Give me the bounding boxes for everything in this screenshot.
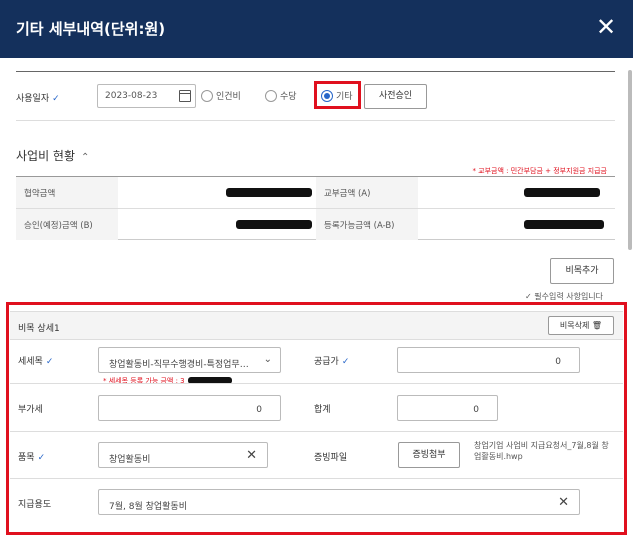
radio-allowance-label: 수당 bbox=[280, 92, 297, 102]
section-title-text: 사업비 현황 bbox=[16, 149, 76, 163]
radio-allowance[interactable]: 수당 bbox=[265, 89, 297, 102]
table-row: 승인(예정)금액 (B) 등록가능금액 (A-B) bbox=[16, 209, 615, 241]
required-check-icon: ✓ bbox=[52, 94, 60, 104]
date-label: 사용일자 ✓ bbox=[16, 91, 60, 104]
redacted-value bbox=[236, 220, 312, 229]
highlight-box bbox=[314, 81, 361, 109]
close-icon[interactable]: ✕ bbox=[591, 12, 621, 42]
modal-title: 기타 세부내역(단위:원) bbox=[16, 20, 166, 38]
divider bbox=[16, 71, 615, 72]
required-note: ✓ 필수입력 사항입니다 bbox=[525, 292, 604, 301]
redacted-value bbox=[524, 220, 604, 229]
redacted-value bbox=[524, 188, 600, 197]
date-value: 2023-08-23 bbox=[105, 91, 158, 101]
divider bbox=[16, 120, 615, 121]
summary-table: 협약금액 교부금액 (A) 승인(예정)금액 (B) 등록가능금액 (A-B) bbox=[16, 176, 615, 240]
scrollbar[interactable] bbox=[628, 70, 632, 250]
add-item-button[interactable]: 비목추가 bbox=[550, 258, 614, 284]
pre-approval-button[interactable]: 사전승인 bbox=[364, 84, 427, 109]
date-input[interactable]: 2023-08-23 bbox=[97, 84, 196, 108]
radio-labor[interactable]: 인건비 bbox=[201, 89, 241, 102]
grant-note: * 교부금액 : 민간부담금 + 정부지원금 지급금 bbox=[472, 167, 607, 175]
chevron-up-icon[interactable]: ⌃ bbox=[81, 152, 89, 163]
calendar-icon[interactable] bbox=[179, 90, 191, 102]
grant-label: 교부금액 (A) bbox=[316, 177, 418, 208]
available-label: 등록가능금액 (A-B) bbox=[316, 209, 418, 240]
approved-label: 승인(예정)금액 (B) bbox=[16, 209, 118, 240]
modal-header: 기타 세부내역(단위:원) ✕ bbox=[0, 0, 633, 58]
radio-circle[interactable] bbox=[201, 89, 213, 102]
date-label-text: 사용일자 bbox=[16, 94, 50, 104]
radio-circle[interactable] bbox=[265, 89, 277, 102]
highlight-box bbox=[6, 302, 627, 535]
section-title[interactable]: 사업비 현황 ⌃ bbox=[16, 147, 89, 164]
table-row: 협약금액 교부금액 (A) bbox=[16, 177, 615, 209]
agreement-label: 협약금액 bbox=[16, 177, 118, 208]
redacted-value bbox=[226, 188, 312, 197]
radio-labor-label: 인건비 bbox=[216, 92, 241, 102]
